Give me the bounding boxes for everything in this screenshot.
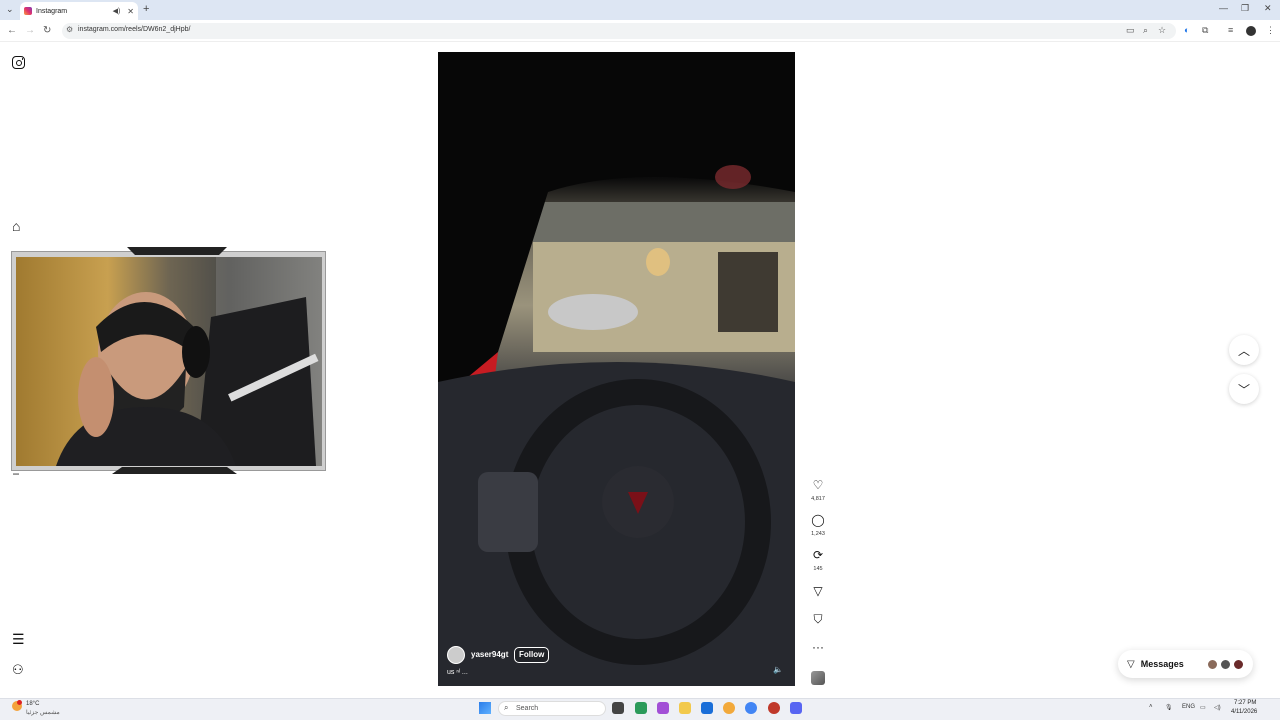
audio-icon[interactable]: ◐ <box>1184 25 1189 35</box>
bookmark-star-icon[interactable]: ☆ <box>1158 25 1166 36</box>
share-send-icon[interactable]: ▽ <box>810 584 826 598</box>
tab-search-icon[interactable]: ⌄ <box>6 4 14 15</box>
tray-overflow-icon[interactable]: ˄ <box>1149 704 1153 710</box>
browser-navbar: ← → ↻ ⚙ instagram.com/reels/DW6n2_djHpb/… <box>0 20 1280 42</box>
url-text[interactable]: instagram.com/reels/DW6n2_djHpb/ <box>78 26 190 33</box>
avatar <box>1233 658 1244 670</box>
comment-count[interactable]: 1,243 <box>804 531 832 537</box>
more-options-icon[interactable]: ⋮ <box>1266 25 1275 36</box>
address-bar[interactable]: ⚙ instagram.com/reels/DW6n2_djHpb/ <box>62 23 1176 39</box>
reel-author-avatar[interactable] <box>447 646 465 664</box>
cam-caption-mark: ▬ <box>13 471 19 477</box>
webcam-video <box>16 257 322 466</box>
sidebar-icon[interactable]: ≡ <box>1228 25 1233 35</box>
chrome-icon[interactable] <box>745 702 757 714</box>
more-icon[interactable]: ··· <box>810 640 826 654</box>
messenger-icon: ▽ <box>1127 658 1135 670</box>
next-reel-button[interactable]: ﹀ <box>1229 374 1259 404</box>
webcam-overlay <box>11 247 326 474</box>
app-icon[interactable] <box>723 702 735 714</box>
streamer-figure <box>56 257 322 466</box>
instagram-logo-icon[interactable] <box>12 56 25 69</box>
reload-icon[interactable]: ↻ <box>43 25 51 36</box>
network-icon[interactable]: ▭ <box>1200 704 1206 711</box>
discord-icon[interactable] <box>790 702 802 714</box>
profile-avatar[interactable] <box>1246 26 1256 36</box>
chevron-up-icon: ︿ <box>1237 343 1250 358</box>
reel-caption[interactable]: us ⁿˡ ... <box>447 669 468 676</box>
avatar <box>1220 658 1231 670</box>
mute-icon[interactable]: 🔈 <box>773 665 783 674</box>
notification-badge <box>17 700 22 705</box>
close-window-icon[interactable]: ✕ <box>1264 3 1272 14</box>
home-icon[interactable]: ⌂ <box>12 218 27 234</box>
audio-thumbnail[interactable] <box>811 671 825 685</box>
repost-icon[interactable]: ⟳ <box>810 548 826 562</box>
search-icon: ⌕ <box>504 703 509 712</box>
back-icon[interactable]: ← <box>7 25 17 36</box>
cam-frame-bottom-decor <box>112 467 237 474</box>
comment-icon[interactable]: ◯ <box>810 513 826 527</box>
app-icon[interactable] <box>635 702 647 714</box>
weather-temp[interactable]: 18°C <box>26 701 39 707</box>
speaker-icon[interactable]: ◀) <box>113 7 121 15</box>
cast-icon[interactable]: ▭ <box>1126 25 1135 36</box>
menu-icon[interactable]: ☰ <box>12 631 27 647</box>
app-icon[interactable] <box>768 702 780 714</box>
browser-tabbar: ⌄ Instagram ◀) ✕ + — ❐ ✕ <box>0 0 1280 20</box>
reel-video[interactable] <box>438 52 795 686</box>
volume-icon[interactable]: ◁) <box>1214 704 1221 711</box>
tab-title: Instagram <box>36 7 68 15</box>
weather-desc[interactable]: مشمس جزئيا <box>26 709 60 716</box>
close-tab-icon[interactable]: ✕ <box>127 7 134 16</box>
file-explorer-icon[interactable] <box>679 702 691 714</box>
like-heart-icon[interactable]: ♡ <box>810 478 826 492</box>
clock-time[interactable]: 7:27 PM <box>1234 700 1256 706</box>
minimize-icon[interactable]: — <box>1219 3 1228 13</box>
clock-date[interactable]: 4/11/2026 <box>1231 709 1257 715</box>
follow-button[interactable]: Follow <box>514 647 550 663</box>
messages-button[interactable]: ▽ Messages <box>1118 650 1253 678</box>
messages-label: Messages <box>1140 659 1184 669</box>
save-bookmark-icon[interactable]: ⛉ <box>810 612 826 627</box>
task-view-icon[interactable] <box>612 702 624 714</box>
language-indicator[interactable]: ENG <box>1182 704 1195 710</box>
taskbar-search[interactable]: ⌕ Search <box>498 701 606 716</box>
new-tab-icon[interactable]: + <box>143 3 149 15</box>
reel-username[interactable]: yaser94gt <box>471 650 508 659</box>
app-icon[interactable] <box>701 702 713 714</box>
reel-scene <box>438 52 795 686</box>
avatar <box>1207 658 1218 670</box>
like-count[interactable]: 4,817 <box>804 496 832 502</box>
zoom-icon[interactable]: ⌕ <box>1143 25 1148 36</box>
forward-icon[interactable]: → <box>25 25 35 36</box>
app-icon[interactable] <box>657 702 669 714</box>
search-placeholder: Search <box>516 705 539 712</box>
instagram-favicon-icon <box>24 7 32 15</box>
apps-icon[interactable]: ⚇ <box>12 662 27 677</box>
repost-count[interactable]: 145 <box>804 566 832 572</box>
browser-tab[interactable]: Instagram ◀) ✕ <box>20 2 138 20</box>
restore-icon[interactable]: ❐ <box>1241 3 1249 14</box>
previous-reel-button[interactable]: ︿ <box>1229 335 1259 365</box>
cam-frame-top-decor <box>127 247 227 255</box>
chevron-down-icon: ﹀ <box>1237 382 1250 397</box>
site-info-icon[interactable]: ⚙ <box>66 25 73 34</box>
windows-start-icon[interactable] <box>479 702 491 714</box>
extensions-icon[interactable]: ⧉ <box>1202 25 1208 36</box>
mic-icon[interactable]: 🎙 <box>1165 704 1173 711</box>
